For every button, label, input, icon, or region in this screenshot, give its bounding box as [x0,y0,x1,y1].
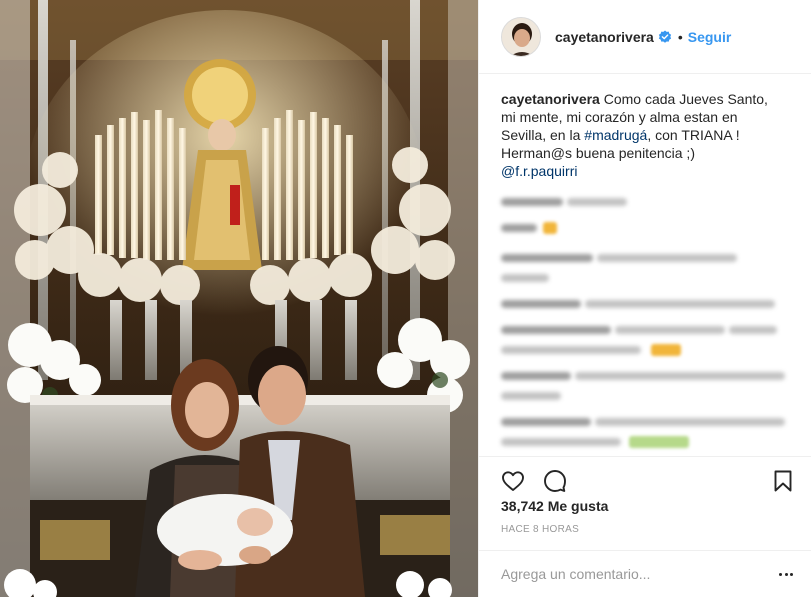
blurred-comment-cont [501,340,795,360]
blurred-comment-cont [501,386,795,406]
caption-text-1: Como cada Jueves Santo, [603,91,768,107]
caption-username[interactable]: cayetanorivera [501,91,600,107]
bookmark-icon[interactable] [771,469,795,493]
caption-mention[interactable]: @f.r.paquirri [501,162,796,180]
more-options-icon[interactable] [777,565,795,583]
post-image [0,0,478,597]
blurred-comment-cont [501,432,795,452]
verified-badge-icon [658,30,671,43]
blurred-comment [501,366,795,386]
caption-line-3: Sevilla, en la #madrugá, con TRIANA ! [501,126,796,144]
heart-icon[interactable] [501,469,525,493]
caption-line-1: cayetanorivera Como cada Jueves Santo, [501,90,796,108]
blurred-comment [501,218,795,238]
post-header: cayetanorivera • Seguir [479,0,811,74]
post-side-panel: cayetanorivera • Seguir cayetanorivera C… [478,0,811,597]
post-caption: cayetanorivera Como cada Jueves Santo, m… [501,90,796,180]
avatar-image [502,17,540,56]
blurred-comment [501,248,795,268]
post-photo[interactable] [0,0,478,597]
comment-input[interactable] [501,566,777,582]
post-timestamp[interactable]: HACE 8 HORAS [501,524,579,535]
avatar[interactable] [501,16,541,57]
blurred-comment [501,412,795,432]
caption-hashtag[interactable]: #madrugá [584,127,647,143]
follow-button[interactable]: Seguir [688,29,732,45]
blurred-comment [501,294,795,314]
caption-line-2: mi mente, mi corazón y alma estan en [501,109,738,125]
caption-text-3a: Sevilla, en la [501,127,585,143]
add-comment-bar [479,550,811,597]
like-count[interactable]: 38,742 Me gusta [501,498,608,514]
caption-text-3b: , con TRIANA ! [647,127,740,143]
caption-line-4: Herman@s buena penitencia ;) [501,145,695,161]
action-bar [479,456,811,504]
separator-dot: • [677,28,683,45]
comment-bubble-icon[interactable] [543,469,567,493]
blurred-comment-cont [501,268,795,288]
post-username[interactable]: cayetanorivera [555,29,654,45]
comments-list[interactable]: cayetanorivera Como cada Jueves Santo, m… [479,74,811,456]
blurred-comment [501,320,795,340]
blurred-comment [501,192,795,212]
